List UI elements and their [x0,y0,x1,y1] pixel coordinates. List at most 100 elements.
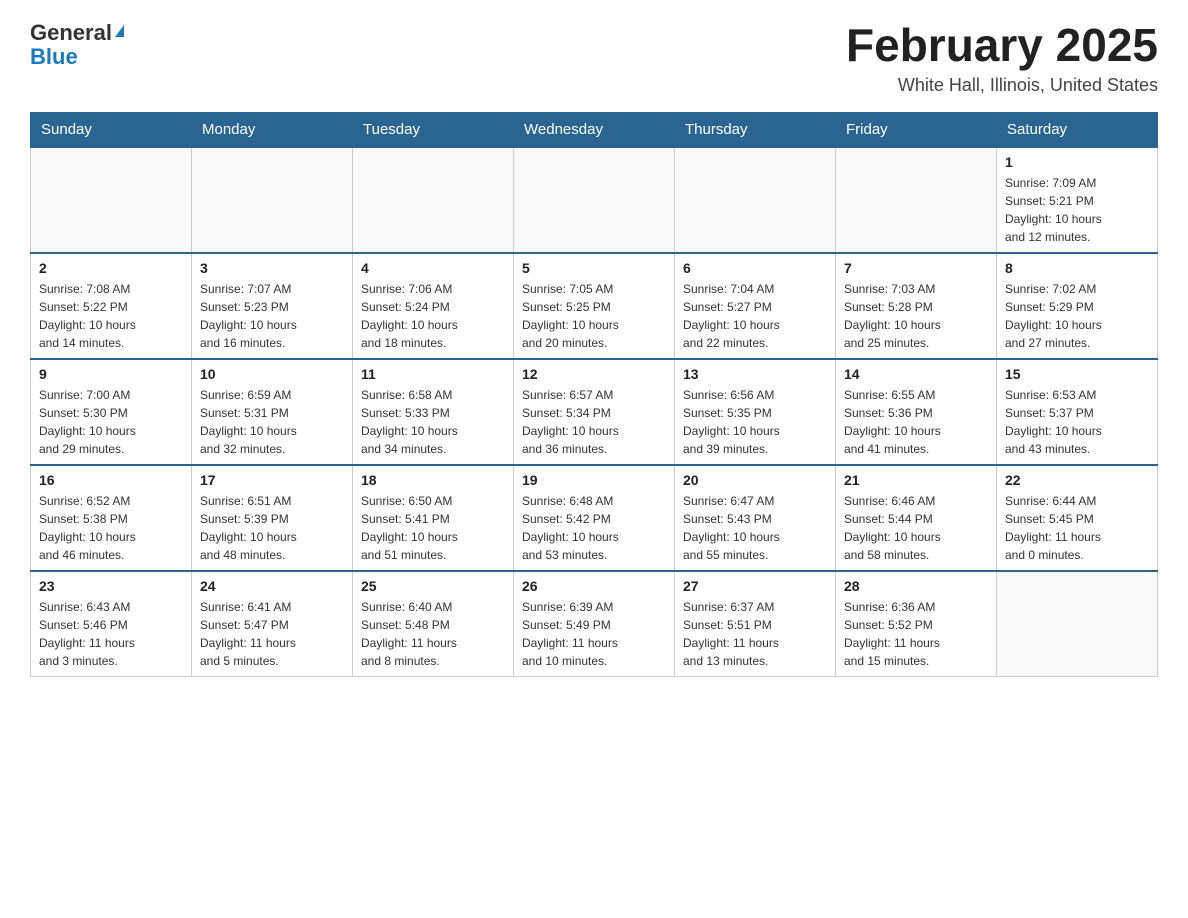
day-info: Sunrise: 6:57 AMSunset: 5:34 PMDaylight:… [522,386,666,458]
header-thursday: Thursday [675,112,836,147]
day-info: Sunrise: 7:09 AMSunset: 5:21 PMDaylight:… [1005,174,1149,246]
day-info: Sunrise: 6:55 AMSunset: 5:36 PMDaylight:… [844,386,988,458]
header-saturday: Saturday [997,112,1158,147]
week-row-1: 1 Sunrise: 7:09 AMSunset: 5:21 PMDaylight… [31,147,1158,253]
day-number: 2 [39,260,183,276]
day-number: 17 [200,472,344,488]
header-friday: Friday [836,112,997,147]
calendar-title: February 2025 [846,20,1158,71]
calendar-cell: 22 Sunrise: 6:44 AMSunset: 5:45 PMDayligh… [997,465,1158,571]
week-row-3: 9 Sunrise: 7:00 AMSunset: 5:30 PMDaylight… [31,359,1158,465]
calendar-cell: 11 Sunrise: 6:58 AMSunset: 5:33 PMDayligh… [353,359,514,465]
header-monday: Monday [192,112,353,147]
calendar-subtitle: White Hall, Illinois, United States [846,75,1158,96]
day-number: 14 [844,366,988,382]
day-info: Sunrise: 6:46 AMSunset: 5:44 PMDaylight:… [844,492,988,564]
day-info: Sunrise: 6:52 AMSunset: 5:38 PMDaylight:… [39,492,183,564]
day-number: 13 [683,366,827,382]
day-number: 8 [1005,260,1149,276]
week-row-2: 2 Sunrise: 7:08 AMSunset: 5:22 PMDaylight… [31,253,1158,359]
day-info: Sunrise: 7:04 AMSunset: 5:27 PMDaylight:… [683,280,827,352]
calendar-cell: 12Sunrise: 6:57 AMSunset: 5:34 PMDayligh… [514,359,675,465]
day-info: Sunrise: 7:08 AMSunset: 5:22 PMDaylight:… [39,280,183,352]
calendar-cell: 19 Sunrise: 6:48 AMSunset: 5:42 PMDayligh… [514,465,675,571]
day-number: 15 [1005,366,1149,382]
day-info: Sunrise: 6:47 AMSunset: 5:43 PMDaylight:… [683,492,827,564]
day-info: Sunrise: 7:00 AMSunset: 5:30 PMDaylight:… [39,386,183,458]
day-info: Sunrise: 7:05 AMSunset: 5:25 PMDaylight:… [522,280,666,352]
day-number: 22 [1005,472,1149,488]
calendar-cell: 25 Sunrise: 6:40 AMSunset: 5:48 PMDayligh… [353,571,514,677]
day-info: Sunrise: 6:51 AMSunset: 5:39 PMDaylight:… [200,492,344,564]
day-info: Sunrise: 6:50 AMSunset: 5:41 PMDaylight:… [361,492,505,564]
day-info: Sunrise: 6:48 AMSunset: 5:42 PMDaylight:… [522,492,666,564]
calendar-cell: 23 Sunrise: 6:43 AMSunset: 5:46 PMDayligh… [31,571,192,677]
calendar-cell: 8 Sunrise: 7:02 AMSunset: 5:29 PMDaylight… [997,253,1158,359]
calendar-cell: 20 Sunrise: 6:47 AMSunset: 5:43 PMDayligh… [675,465,836,571]
day-number: 11 [361,366,505,382]
calendar-cell [353,147,514,253]
page-header: General Blue February 2025 White Hall, I… [30,20,1158,96]
calendar-cell: 27 Sunrise: 6:37 AMSunset: 5:51 PMDayligh… [675,571,836,677]
logo: General Blue [30,20,124,68]
calendar-cell: 2 Sunrise: 7:08 AMSunset: 5:22 PMDaylight… [31,253,192,359]
day-number: 4 [361,260,505,276]
calendar-cell: 24Sunrise: 6:41 AMSunset: 5:47 PMDayligh… [192,571,353,677]
day-number: 20 [683,472,827,488]
day-info: Sunrise: 6:43 AMSunset: 5:46 PMDaylight:… [39,598,183,670]
calendar-cell: 15 Sunrise: 6:53 AMSunset: 5:37 PMDayligh… [997,359,1158,465]
day-number: 18 [361,472,505,488]
logo-blue: Blue [30,46,78,68]
day-info: Sunrise: 6:39 AMSunset: 5:49 PMDaylight:… [522,598,666,670]
logo-arrow-icon [115,25,124,37]
day-info: Sunrise: 7:06 AMSunset: 5:24 PMDaylight:… [361,280,505,352]
day-number: 25 [361,578,505,594]
calendar-cell: 13 Sunrise: 6:56 AMSunset: 5:35 PMDayligh… [675,359,836,465]
calendar-cell: 21 Sunrise: 6:46 AMSunset: 5:44 PMDayligh… [836,465,997,571]
day-info: Sunrise: 6:58 AMSunset: 5:33 PMDaylight:… [361,386,505,458]
day-number: 19 [522,472,666,488]
day-info: Sunrise: 6:56 AMSunset: 5:35 PMDaylight:… [683,386,827,458]
day-info: Sunrise: 6:36 AMSunset: 5:52 PMDaylight:… [844,598,988,670]
day-info: Sunrise: 7:07 AMSunset: 5:23 PMDaylight:… [200,280,344,352]
title-block: February 2025 White Hall, Illinois, Unit… [846,20,1158,96]
day-number: 1 [1005,154,1149,170]
day-number: 5 [522,260,666,276]
day-info: Sunrise: 6:44 AMSunset: 5:45 PMDaylight:… [1005,492,1149,564]
day-number: 9 [39,366,183,382]
day-info: Sunrise: 6:37 AMSunset: 5:51 PMDaylight:… [683,598,827,670]
day-info: Sunrise: 6:40 AMSunset: 5:48 PMDaylight:… [361,598,505,670]
day-number: 28 [844,578,988,594]
day-info: Sunrise: 7:02 AMSunset: 5:29 PMDaylight:… [1005,280,1149,352]
calendar-cell [192,147,353,253]
calendar-cell: 18 Sunrise: 6:50 AMSunset: 5:41 PMDayligh… [353,465,514,571]
header-wednesday: Wednesday [514,112,675,147]
week-row-4: 16 Sunrise: 6:52 AMSunset: 5:38 PMDayligh… [31,465,1158,571]
calendar-cell: 3 Sunrise: 7:07 AMSunset: 5:23 PMDaylight… [192,253,353,359]
day-number: 10 [200,366,344,382]
day-number: 21 [844,472,988,488]
day-number: 26 [522,578,666,594]
calendar-table: Sunday Monday Tuesday Wednesday Thursday… [30,112,1158,677]
day-number: 6 [683,260,827,276]
calendar-cell: 6 Sunrise: 7:04 AMSunset: 5:27 PMDaylight… [675,253,836,359]
calendar-cell: 16 Sunrise: 6:52 AMSunset: 5:38 PMDayligh… [31,465,192,571]
day-number: 27 [683,578,827,594]
day-number: 3 [200,260,344,276]
calendar-cell [675,147,836,253]
calendar-cell: 7 Sunrise: 7:03 AMSunset: 5:28 PMDaylight… [836,253,997,359]
calendar-cell: 26 Sunrise: 6:39 AMSunset: 5:49 PMDayligh… [514,571,675,677]
calendar-cell: 9 Sunrise: 7:00 AMSunset: 5:30 PMDaylight… [31,359,192,465]
day-number: 23 [39,578,183,594]
header-tuesday: Tuesday [353,112,514,147]
day-info: Sunrise: 7:03 AMSunset: 5:28 PMDaylight:… [844,280,988,352]
calendar-cell: 28 Sunrise: 6:36 AMSunset: 5:52 PMDayligh… [836,571,997,677]
calendar-cell [997,571,1158,677]
header-sunday: Sunday [31,112,192,147]
day-info: Sunrise: 6:53 AMSunset: 5:37 PMDaylight:… [1005,386,1149,458]
calendar-cell: 5 Sunrise: 7:05 AMSunset: 5:25 PMDaylight… [514,253,675,359]
logo-general: General [30,20,112,46]
day-number: 16 [39,472,183,488]
calendar-cell [31,147,192,253]
day-number: 7 [844,260,988,276]
